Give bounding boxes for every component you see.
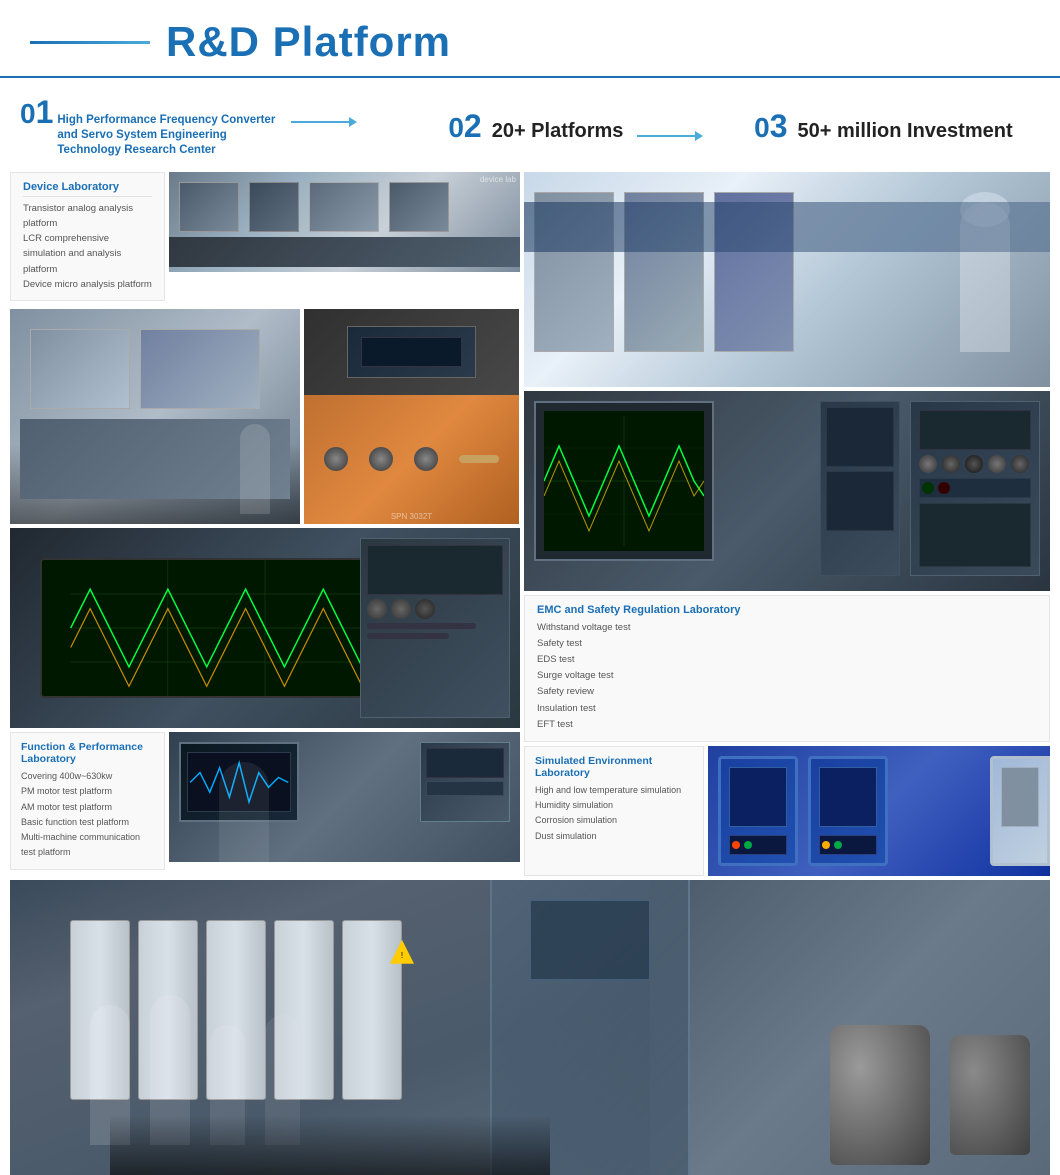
motor-cylinder-1: [950, 1035, 1030, 1155]
device-lab-section: Device Laboratory Transistor analog anal…: [10, 172, 520, 305]
right-test-equipment-photo: [524, 391, 1050, 591]
func-lab-item-4: Basic function test platform: [21, 815, 154, 830]
func-lab-equipment: [420, 742, 510, 822]
orange-machine-top: [304, 309, 519, 395]
function-lab-photo: [169, 732, 520, 862]
section-01-label: High Performance Frequency Converter and…: [57, 113, 277, 158]
sim-env-info: Simulated Environment Laboratory High an…: [524, 746, 704, 876]
func-lab-title: Function & Performance Laboratory: [21, 741, 154, 765]
orange-machine-bottom: [304, 395, 519, 524]
emc-item-7: EFT test: [537, 717, 1037, 733]
section-01-arrow: [291, 121, 351, 123]
bottom-photo-section: !: [0, 880, 1060, 1175]
device-lab-item-1: Transistor analog analysis platform: [23, 201, 152, 231]
sim-env-item-1: High and low temperature simulation: [535, 783, 693, 798]
device-lab-panel: Device Laboratory Transistor analog anal…: [10, 172, 165, 301]
section-01-number: 01: [20, 96, 53, 128]
orange-knob-2: [369, 447, 393, 471]
emc-item-4: Surge voltage test: [537, 668, 1037, 684]
emc-item-6: Insulation test: [537, 701, 1037, 717]
device-lab-item-2: LCR comprehensive simulation and analysi…: [23, 231, 152, 277]
lab-photo-row: SPN 3032T: [10, 309, 520, 524]
sim-env-item-4: Dust simulation: [535, 829, 693, 844]
page-title: R&D Platform: [166, 18, 451, 66]
orange-knob-3: [414, 447, 438, 471]
sim-env-item-3: Corrosion simulation: [535, 813, 693, 828]
section-02-block: 02 20+ Platforms: [428, 110, 734, 143]
emc-panel: EMC and Safety Regulation Laboratory Wit…: [524, 595, 1050, 742]
section-02-number: 02: [448, 110, 481, 142]
cabinet-5: [342, 920, 402, 1100]
device-lab-title: Device Laboratory: [23, 181, 152, 197]
section-03-label: 50+ million Investment: [798, 120, 1013, 143]
oscilloscope-photo: [10, 528, 520, 728]
main-content-grid: Device Laboratory Transistor analog anal…: [0, 172, 1060, 876]
server-room-photo: [524, 172, 1050, 387]
sim-env-title: Simulated Environment Laboratory: [535, 755, 693, 779]
env-lab-photo: [708, 746, 1050, 876]
func-lab-item-2: PM motor test platform: [21, 784, 154, 799]
orange-machine-panel: [304, 309, 519, 524]
section-02-arrow: [637, 135, 697, 137]
right-column: EMC and Safety Regulation Laboratory Wit…: [524, 172, 1050, 876]
emc-lab-title: EMC and Safety Regulation Laboratory: [537, 604, 1037, 616]
device-lab-item-3: Device micro analysis platform: [23, 277, 152, 292]
func-lab-item-1: Covering 400w~630kw: [21, 769, 154, 784]
foreground-desk: [110, 1115, 550, 1175]
chamber-2: [808, 756, 888, 866]
orange-machine-screen: [347, 326, 476, 378]
device-lab-photo-label: device lab: [480, 175, 516, 184]
orange-led-strip: [459, 455, 499, 463]
orange-knob-1: [324, 447, 348, 471]
sim-env-item-2: Humidity simulation: [535, 798, 693, 813]
section-03-block: 03 50+ million Investment: [734, 110, 1040, 143]
section-labels-row: 01 High Performance Frequency Converter …: [0, 88, 1060, 166]
right-test-controls: [910, 401, 1040, 576]
person-silhouette: [219, 762, 269, 862]
orange-machine-label: SPN 3032T: [391, 512, 432, 521]
orange-machine-photo: SPN 3032T: [304, 309, 519, 524]
motor-cylinder-2: [830, 1025, 930, 1165]
func-lab-item-3: AM motor test platform: [21, 800, 154, 815]
page-header: R&D Platform: [0, 0, 1060, 78]
device-lab-photo: device lab: [169, 172, 520, 305]
emc-item-5: Safety review: [537, 684, 1037, 700]
right-aux-equipment: [820, 401, 900, 576]
oscilloscope-controls: [360, 538, 510, 718]
left-column: Device Laboratory Transistor analog anal…: [10, 172, 520, 876]
emc-item-1: Withstand voltage test: [537, 620, 1037, 636]
emc-item-2: Safety test: [537, 636, 1037, 652]
emc-item-3: EDS test: [537, 652, 1037, 668]
header-line-decoration: [30, 41, 150, 44]
chamber-1: [718, 756, 798, 866]
section-03-number: 03: [754, 110, 787, 142]
section-02-label: 20+ Platforms: [492, 120, 624, 143]
assembly-line-photo: [10, 309, 300, 524]
sim-env-section: Simulated Environment Laboratory High an…: [524, 746, 1050, 876]
func-lab-info: Function & Performance Laboratory Coveri…: [10, 732, 165, 870]
func-lab-item-5: Multi-machine communication test platfor…: [21, 830, 154, 861]
right-oscilloscope-screen: [534, 401, 714, 561]
chamber-3: [990, 756, 1050, 866]
function-lab-section: Function & Performance Laboratory Coveri…: [10, 732, 520, 870]
device-lab-info-panel: Device Laboratory Transistor analog anal…: [10, 172, 165, 305]
factory-floor-photo: !: [10, 880, 1050, 1175]
section-01-block: 01 High Performance Frequency Converter …: [20, 96, 428, 158]
